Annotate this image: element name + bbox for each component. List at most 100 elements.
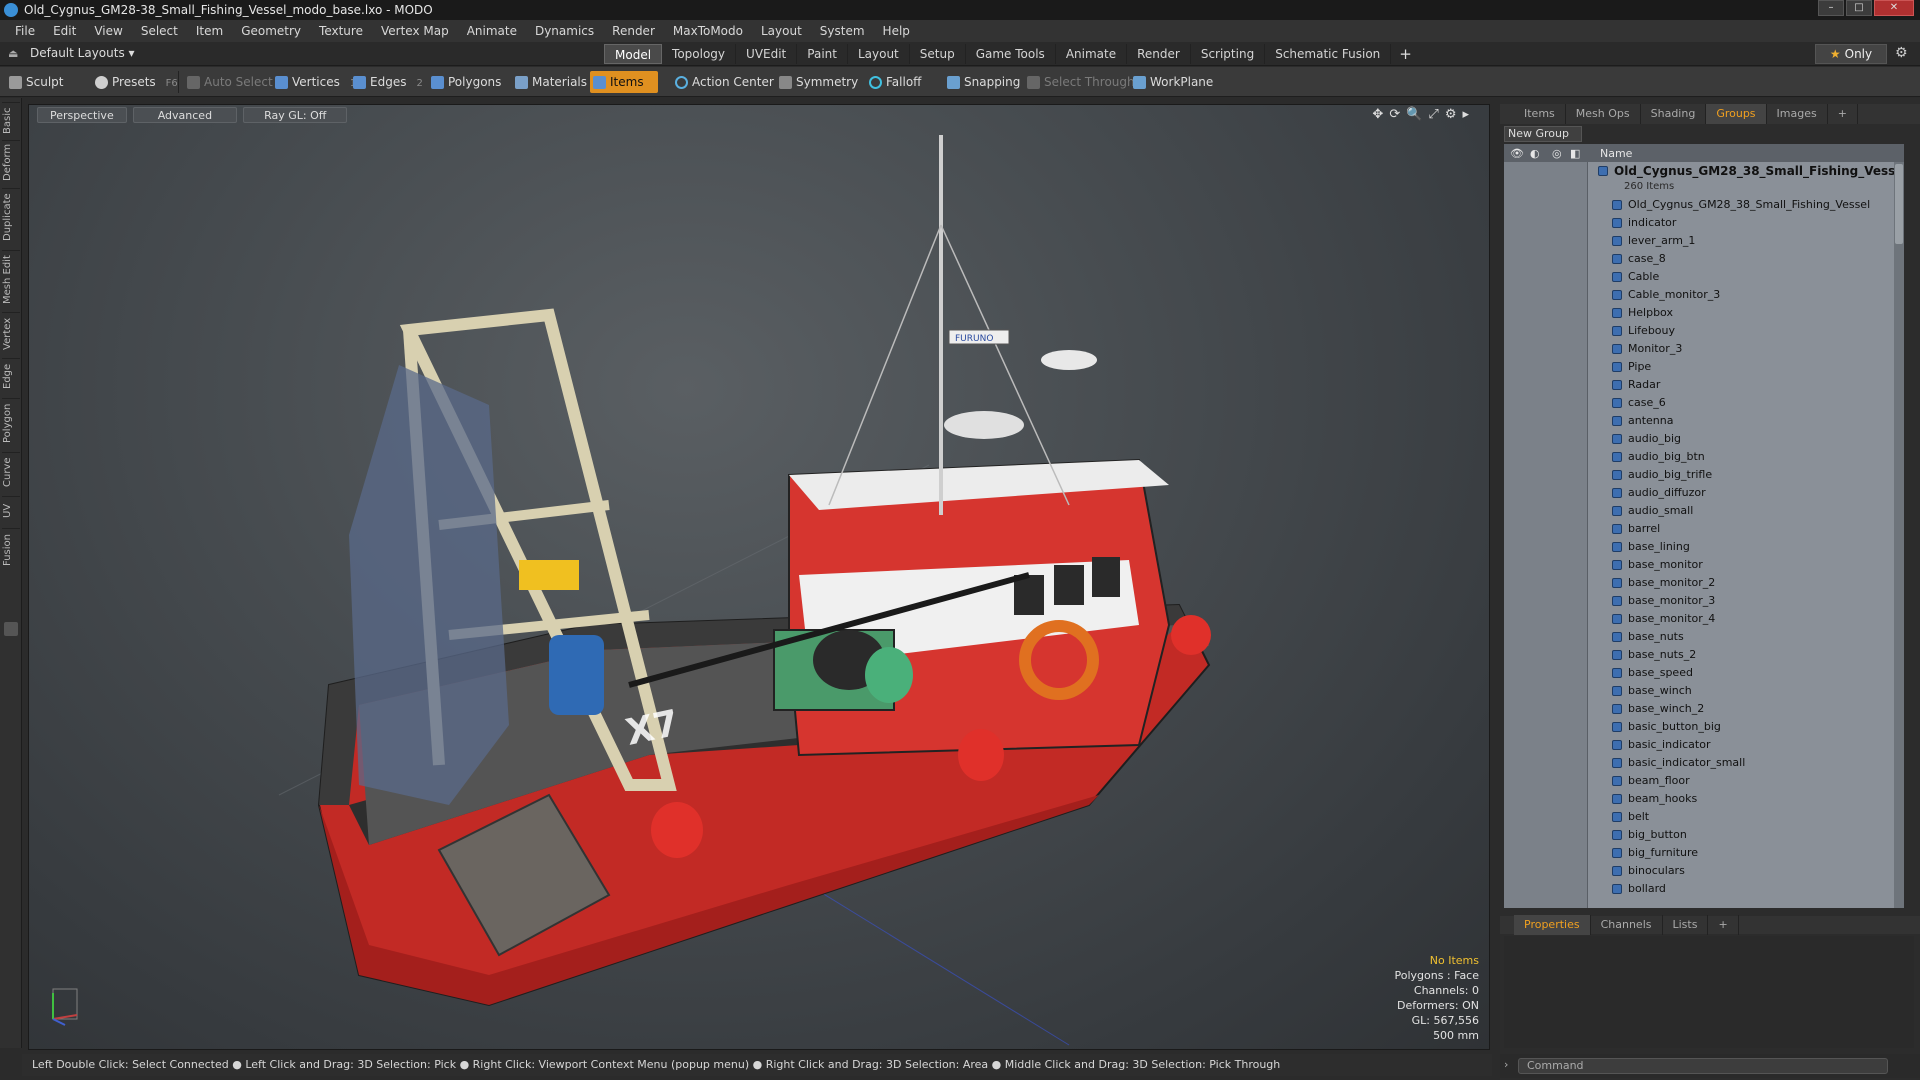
auto-select-button[interactable]: Auto Select: [184, 71, 273, 93]
snapping-button[interactable]: Snapping: [944, 71, 1020, 93]
move-view-icon[interactable]: ✥: [1372, 107, 1383, 122]
root-group-row[interactable]: Old_Cygnus_GM28_38_Small_Fishing_Vessel …: [1588, 162, 1904, 196]
menu-geometry[interactable]: Geometry: [232, 24, 310, 38]
tab-vertex[interactable]: Vertex: [2, 312, 20, 354]
group-item-row[interactable]: Lifebouy: [1588, 322, 1904, 340]
tab-animate[interactable]: Animate: [1056, 44, 1128, 64]
tab-properties[interactable]: Properties: [1514, 915, 1591, 935]
group-item-row[interactable]: barrel: [1588, 520, 1904, 538]
sculpt-button[interactable]: Sculpt: [6, 71, 63, 93]
tab-topology[interactable]: Topology: [662, 44, 737, 64]
lock-icon[interactable]: ◐: [1530, 147, 1540, 160]
command-input[interactable]: Command: [1518, 1058, 1888, 1074]
tab-layout[interactable]: Layout: [848, 44, 910, 64]
menu-edit[interactable]: Edit: [44, 24, 85, 38]
menu-select[interactable]: Select: [132, 24, 187, 38]
group-item-row[interactable]: big_button: [1588, 826, 1904, 844]
add-panel-tab-icon[interactable]: +: [1828, 104, 1858, 124]
tab-model[interactable]: Model: [604, 44, 663, 64]
menu-render[interactable]: Render: [603, 24, 664, 38]
items-button[interactable]: Items: [590, 71, 658, 93]
group-item-row[interactable]: basic_indicator_small: [1588, 754, 1904, 772]
select-icon[interactable]: ◧: [1570, 147, 1580, 160]
zoom-view-icon[interactable]: 🔍: [1406, 107, 1422, 122]
pin-icon[interactable]: ⏏: [8, 47, 18, 60]
group-item-row[interactable]: audio_big_trifle: [1588, 466, 1904, 484]
rotate-view-icon[interactable]: ⟳: [1389, 107, 1400, 122]
edges-button[interactable]: Edges 2: [350, 71, 423, 93]
scrollbar-thumb[interactable]: [1895, 164, 1903, 244]
view-mode-button[interactable]: Perspective: [37, 107, 127, 123]
eye-icon[interactable]: 👁: [1510, 147, 1524, 160]
presets-button[interactable]: Presets F6: [92, 71, 178, 93]
tab-lists[interactable]: Lists: [1663, 915, 1709, 935]
tab-edge[interactable]: Edge: [2, 358, 20, 394]
tab-scripting[interactable]: Scripting: [1191, 44, 1266, 64]
tab-images[interactable]: Images: [1767, 104, 1828, 124]
menu-view[interactable]: View: [85, 24, 131, 38]
group-item-row[interactable]: antenna: [1588, 412, 1904, 430]
new-group-button[interactable]: New Group: [1504, 126, 1582, 142]
tab-shading[interactable]: Shading: [1641, 104, 1707, 124]
group-item-row[interactable]: base_nuts: [1588, 628, 1904, 646]
symmetry-button[interactable]: Symmetry: [776, 71, 858, 93]
polygons-button[interactable]: Polygons: [428, 71, 501, 93]
group-item-row[interactable]: base_winch_2: [1588, 700, 1904, 718]
workplane-button[interactable]: WorkPlane: [1130, 71, 1213, 93]
menu-item[interactable]: Item: [187, 24, 232, 38]
tab-basic[interactable]: Basic: [2, 102, 20, 138]
group-item-row[interactable]: Cable_monitor_3: [1588, 286, 1904, 304]
group-item-row[interactable]: base_monitor: [1588, 556, 1904, 574]
tab-groups[interactable]: Groups: [1706, 104, 1767, 124]
3d-viewport[interactable]: FURUNO X7 Perspective Advanced Ray GL: O…: [28, 104, 1490, 1050]
menu-dynamics[interactable]: Dynamics: [526, 24, 603, 38]
group-item-row[interactable]: lever_arm_1: [1588, 232, 1904, 250]
add-props-tab-icon[interactable]: +: [1708, 915, 1739, 935]
menu-vertex-map[interactable]: Vertex Map: [372, 24, 458, 38]
group-item-row[interactable]: Helpbox: [1588, 304, 1904, 322]
render-icon[interactable]: ◎: [1552, 147, 1562, 160]
group-item-row[interactable]: basic_button_big: [1588, 718, 1904, 736]
group-item-row[interactable]: base_speed: [1588, 664, 1904, 682]
group-item-row[interactable]: indicator: [1588, 214, 1904, 232]
group-item-row[interactable]: base_monitor_2: [1588, 574, 1904, 592]
tab-duplicate[interactable]: Duplicate: [2, 188, 20, 246]
menu-animate[interactable]: Animate: [458, 24, 526, 38]
group-item-row[interactable]: beam_hooks: [1588, 790, 1904, 808]
falloff-button[interactable]: Falloff: [866, 71, 921, 93]
vertices-button[interactable]: Vertices1: [272, 71, 356, 93]
tab-mesh-ops[interactable]: Mesh Ops: [1566, 104, 1641, 124]
group-item-row[interactable]: big_furniture: [1588, 844, 1904, 862]
tab-fusion[interactable]: Fusion: [2, 528, 20, 572]
close-button[interactable]: ✕: [1874, 0, 1914, 16]
menu-system[interactable]: System: [811, 24, 874, 38]
group-item-row[interactable]: case_8: [1588, 250, 1904, 268]
group-item-row[interactable]: beam_floor: [1588, 772, 1904, 790]
group-item-row[interactable]: audio_big: [1588, 430, 1904, 448]
toolbox-toggle-icon[interactable]: [4, 622, 18, 636]
tab-schematic-fusion[interactable]: Schematic Fusion: [1265, 44, 1392, 64]
gear-icon[interactable]: ⚙: [1895, 45, 1908, 61]
group-item-row[interactable]: base_winch: [1588, 682, 1904, 700]
action-center-button[interactable]: Action Center: [672, 71, 774, 93]
menu-file[interactable]: File: [6, 24, 44, 38]
tab-uvedit[interactable]: UVEdit: [736, 44, 798, 64]
tab-deform[interactable]: Deform: [2, 140, 20, 184]
tab-game-tools[interactable]: Game Tools: [966, 44, 1056, 64]
group-item-row[interactable]: base_monitor_3: [1588, 592, 1904, 610]
shading-mode-button[interactable]: Advanced: [132, 107, 238, 123]
layout-select[interactable]: Default Layouts ▾: [30, 46, 135, 60]
tab-paint[interactable]: Paint: [797, 44, 848, 64]
menu-maxtomodo[interactable]: MaxToModo: [664, 24, 752, 38]
group-item-row[interactable]: Monitor_3: [1588, 340, 1904, 358]
tab-items[interactable]: Items: [1514, 104, 1566, 124]
group-item-row[interactable]: Pipe: [1588, 358, 1904, 376]
add-tab-icon[interactable]: +: [1391, 44, 1420, 64]
outliner-scrollbar[interactable]: [1894, 162, 1904, 908]
tab-channels[interactable]: Channels: [1591, 915, 1663, 935]
group-item-row[interactable]: belt: [1588, 808, 1904, 826]
group-item-row[interactable]: Radar: [1588, 376, 1904, 394]
tab-polygon[interactable]: Polygon: [2, 398, 20, 448]
tab-mesh-edit[interactable]: Mesh Edit: [2, 250, 20, 308]
group-item-row[interactable]: base_nuts_2: [1588, 646, 1904, 664]
